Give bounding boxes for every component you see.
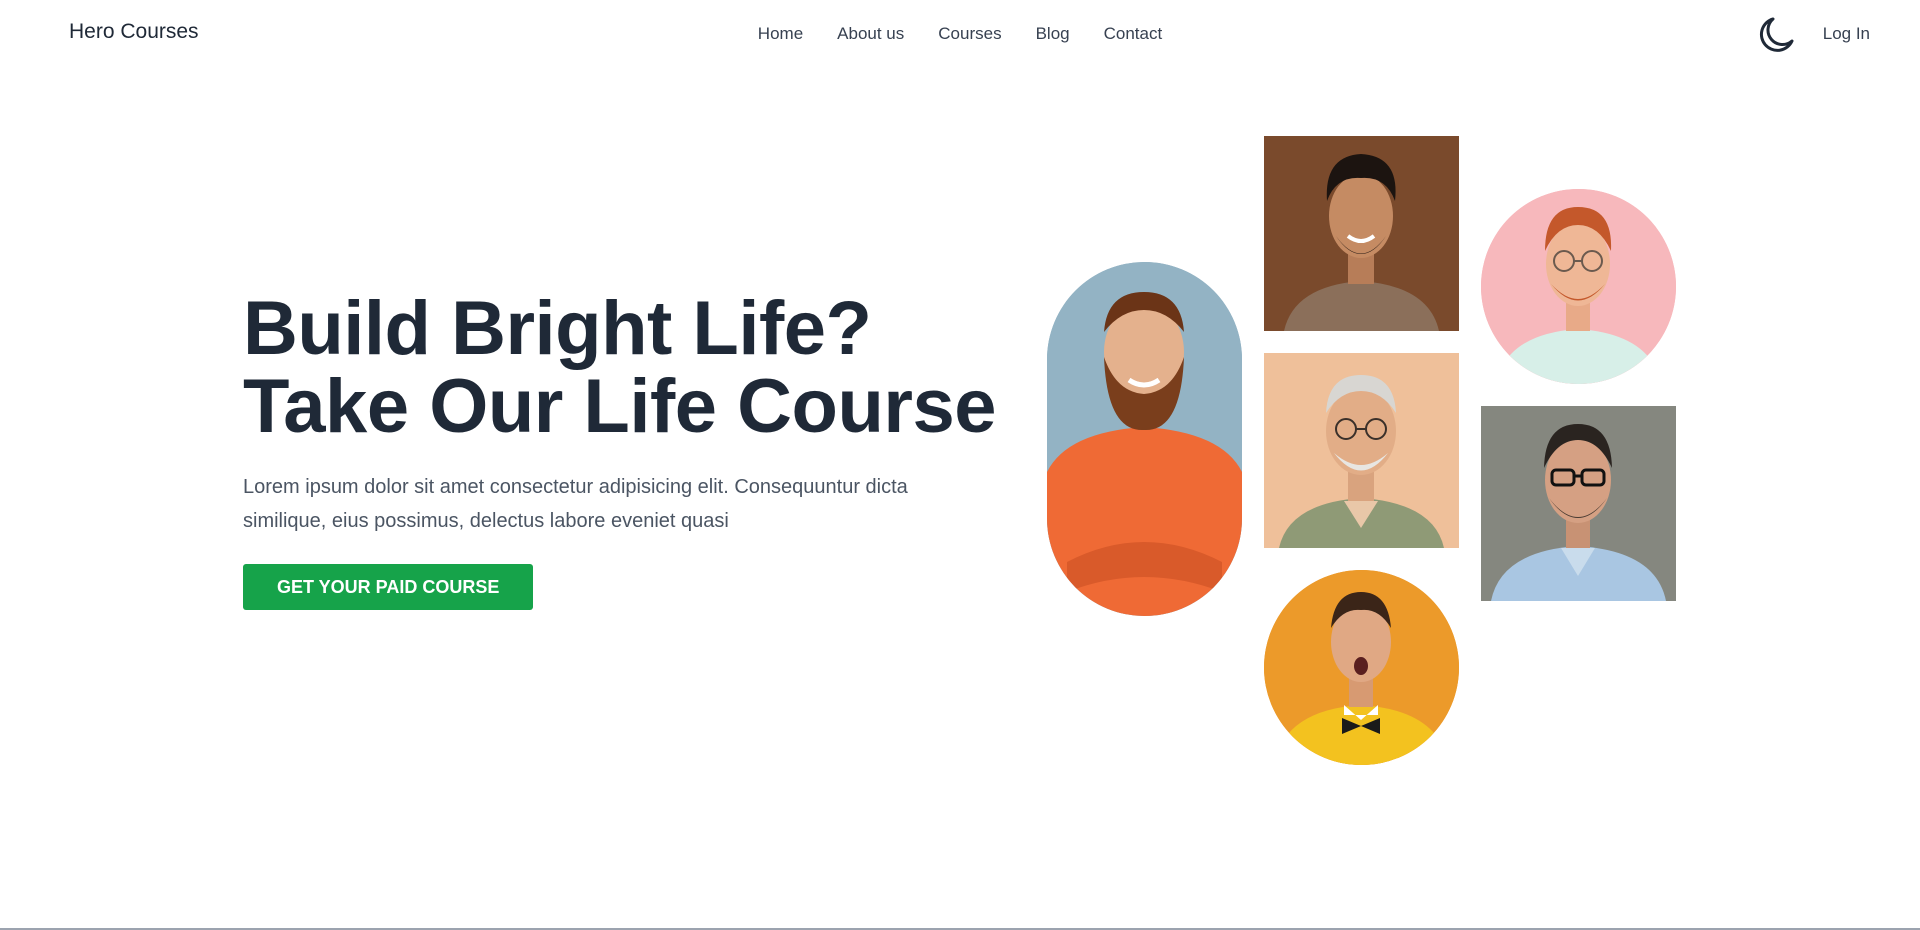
navbar-actions: Log In <box>1757 14 1870 54</box>
hero-title-line-1: Build Bright Life? <box>243 286 872 371</box>
hero-section: Build Bright Life? Take Our Life Course … <box>243 290 1023 610</box>
nav-link-blog[interactable]: Blog <box>1036 24 1070 43</box>
moon-icon[interactable] <box>1757 14 1797 54</box>
nav-link-contact[interactable]: Contact <box>1104 24 1163 43</box>
photo-man-dark-glasses <box>1481 406 1676 601</box>
nav-link-home[interactable]: Home <box>758 24 803 43</box>
nav-link-courses[interactable]: Courses <box>938 24 1001 43</box>
hero-title: Build Bright Life? Take Our Life Course <box>243 290 1023 446</box>
hero-description: Lorem ipsum dolor sit amet consectetur a… <box>243 476 908 532</box>
photo-older-man-glasses <box>1264 353 1459 548</box>
get-paid-course-button[interactable]: GET YOUR PAID COURSE <box>243 564 534 610</box>
navbar: Hero Courses Home About us Courses Blog … <box>0 0 1920 68</box>
photo-surprised-man-bowtie <box>1264 570 1459 765</box>
nav-link-about-us[interactable]: About us <box>837 24 904 43</box>
main-nav: Home About us Courses Blog Contact <box>0 24 1920 44</box>
hero-title-line-2: Take Our Life Course <box>243 364 997 449</box>
photo-curly-hair-man <box>1264 136 1459 331</box>
photo-bearded-man-orange-shirt <box>1047 262 1242 616</box>
brand-logo[interactable]: Hero Courses <box>69 20 199 44</box>
login-link[interactable]: Log In <box>1823 24 1870 44</box>
photo-redhead-man-glasses <box>1481 189 1676 384</box>
